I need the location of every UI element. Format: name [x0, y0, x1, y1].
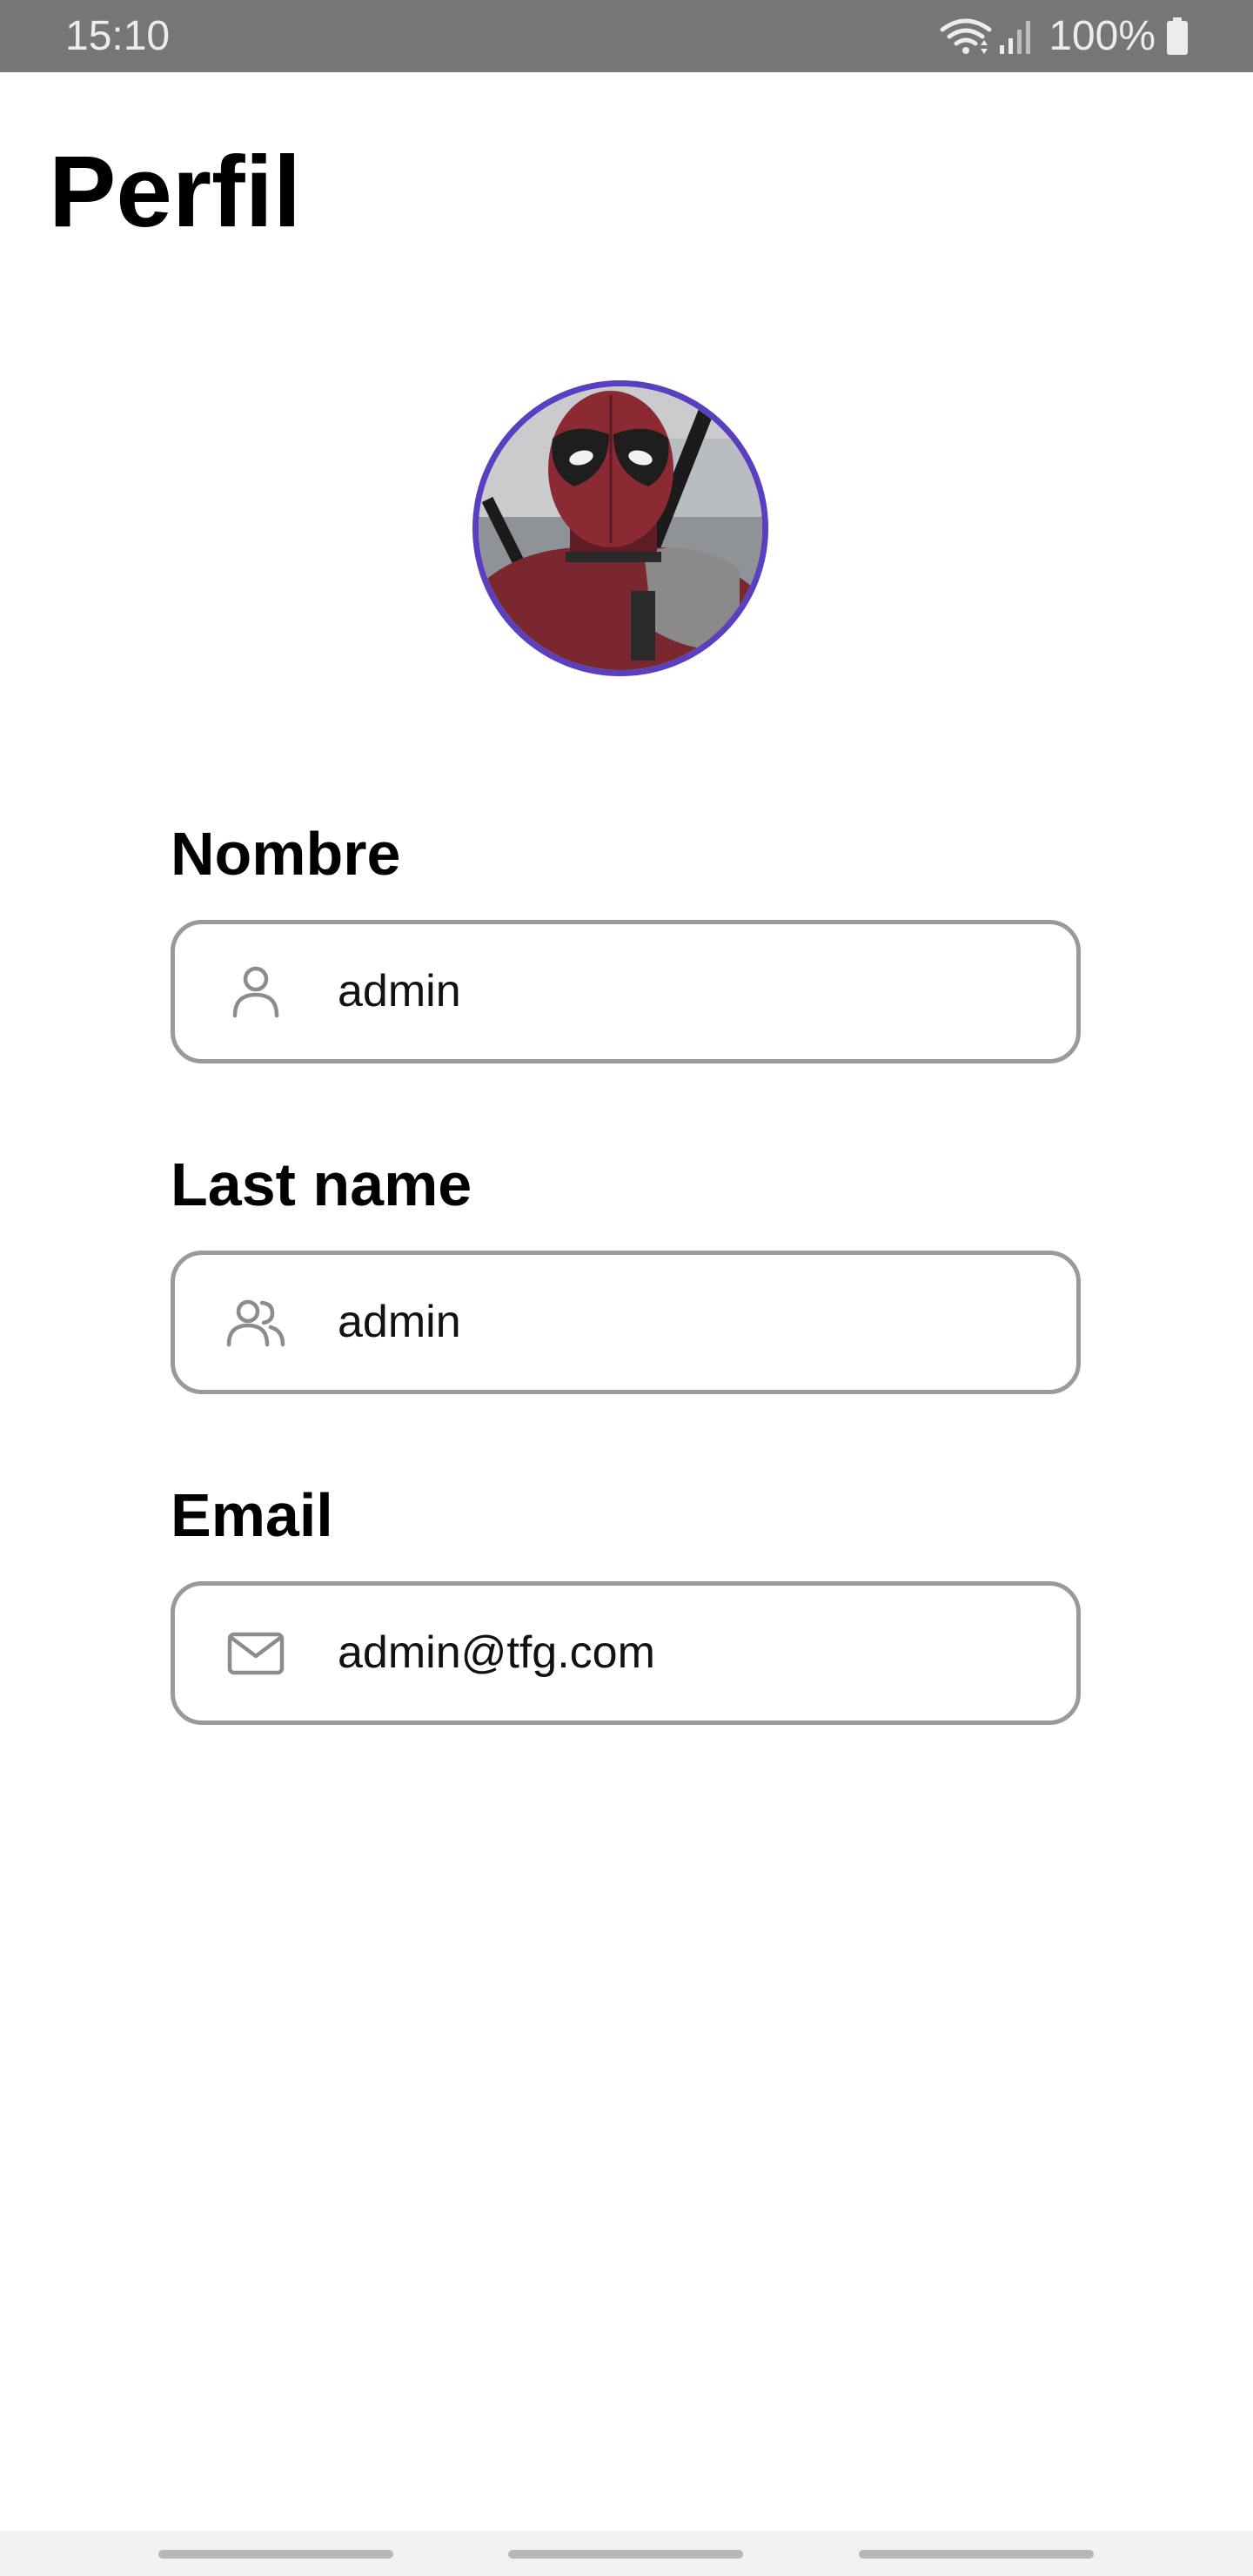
nav-recents-button[interactable]: [158, 2550, 393, 2559]
avatar[interactable]: [472, 380, 768, 676]
system-navigation-bar: [0, 2531, 1253, 2576]
person-icon: [225, 962, 286, 1023]
nav-home-button[interactable]: [508, 2550, 743, 2559]
first-name-value: admin: [338, 966, 461, 1016]
battery-percentage: 100%: [1049, 13, 1156, 59]
first-name-label: Nombre: [171, 820, 401, 888]
email-field[interactable]: admin@tfg.com: [171, 1581, 1081, 1725]
status-icons: 100%: [939, 12, 1189, 61]
first-name-field[interactable]: admin: [171, 920, 1081, 1063]
battery-icon: [1166, 17, 1189, 56]
status-time: 15:10: [65, 13, 171, 59]
email-value: admin@tfg.com: [338, 1627, 655, 1678]
page-title: Perfil: [49, 135, 302, 248]
nav-back-button[interactable]: [859, 2550, 1094, 2559]
mail-icon: [225, 1623, 286, 1684]
last-name-field[interactable]: admin: [171, 1251, 1081, 1394]
email-label: Email: [171, 1481, 333, 1549]
people-icon: [225, 1292, 286, 1353]
signal-icon: [998, 17, 1033, 56]
wifi-icon: [939, 17, 993, 56]
last-name-value: admin: [338, 1297, 461, 1347]
status-bar: 15:10 100%: [0, 0, 1253, 72]
last-name-label: Last name: [171, 1150, 472, 1218]
